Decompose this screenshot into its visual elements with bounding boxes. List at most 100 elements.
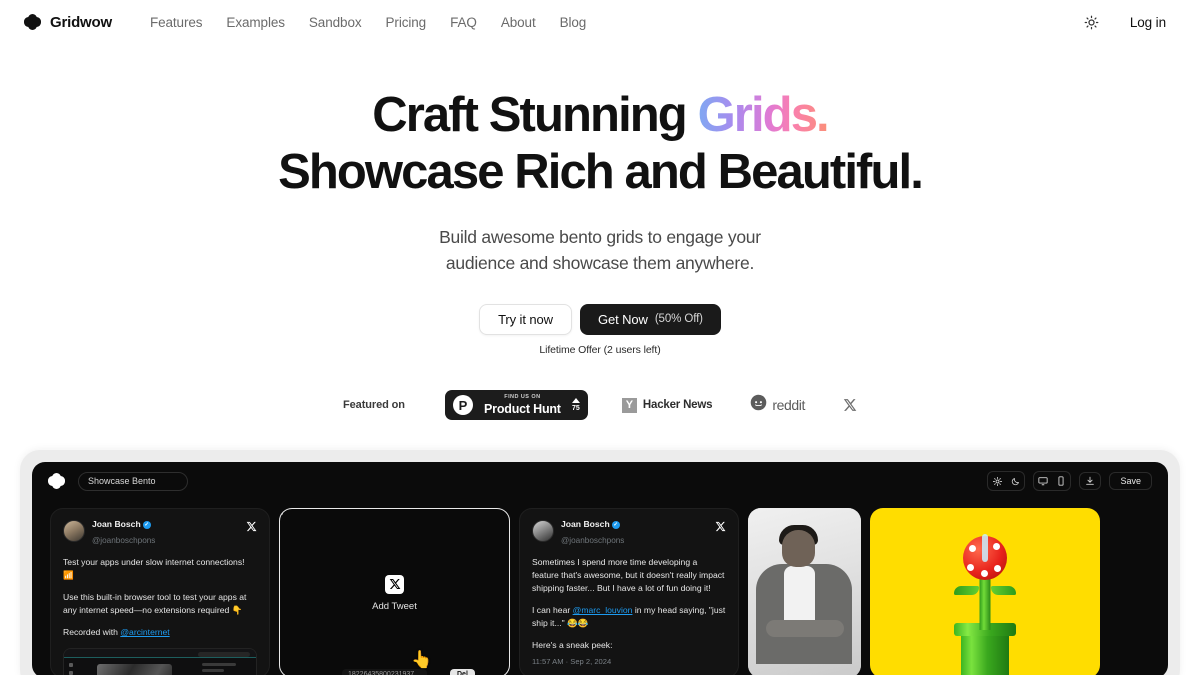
nav-link-blog[interactable]: Blog	[548, 11, 599, 34]
x-logo-icon	[385, 574, 404, 594]
pointer-cursor-icon: 👆	[411, 650, 433, 669]
tweet-handle: @joanboschpons	[92, 535, 156, 545]
resize-handle[interactable]	[280, 509, 283, 515]
leaf-right-shape	[991, 586, 1016, 595]
tweet-embedded-media	[63, 648, 257, 675]
product-hunt-icon: P	[452, 395, 473, 415]
author-label: Joan Bosch	[92, 519, 141, 529]
get-now-button[interactable]: Get Now (50% Off)	[579, 304, 721, 335]
element-id-chip: 18226435800231937…	[342, 669, 428, 675]
tweet-card-2[interactable]: Joan Bosch ✓ @joanboschpons Sometimes I …	[519, 508, 739, 675]
tweet-author-name: Joan Bosch ✓	[561, 519, 708, 530]
reddit-alien-icon	[750, 394, 767, 416]
product-hunt-votes: 75	[571, 398, 580, 412]
nav-link-sandbox[interactable]: Sandbox	[297, 11, 374, 34]
tweet-header: Joan Bosch ✓ @joanboschpons	[63, 519, 257, 548]
verified-badge-icon: ✓	[611, 520, 620, 529]
tweet-card-1[interactable]: Joan Bosch ✓ @joanboschpons Test your ap…	[50, 508, 270, 675]
phone-icon[interactable]	[1052, 472, 1070, 490]
discount-label: (50% Off)	[654, 313, 703, 325]
tweet-paragraph-3: Recorded with @arcinternet	[63, 626, 257, 639]
moon-icon[interactable]	[1006, 472, 1024, 490]
x-logo-icon[interactable]	[843, 398, 857, 412]
x-logo-icon	[715, 521, 726, 535]
brand-logo[interactable]: Gridwow	[24, 13, 112, 31]
reddit-label: reddit	[772, 397, 805, 413]
login-button[interactable]: Log in	[1120, 11, 1176, 34]
tweet-mention-link[interactable]: @arcinternet	[120, 627, 169, 637]
nav-link-pricing[interactable]: Pricing	[374, 11, 439, 34]
sun-icon[interactable]	[1080, 10, 1104, 34]
recorded-with-label: Recorded with	[63, 627, 121, 638]
tweet-paragraph-1: Sometimes I spend more time developing a…	[532, 557, 725, 594]
subtitle-line-2: audience and showcase them anywhere.	[445, 252, 755, 273]
avatar	[63, 520, 85, 542]
project-name-input[interactable]: Showcase Bento	[78, 471, 188, 491]
photo-card[interactable]	[748, 508, 861, 675]
toolbar-actions: Save	[987, 471, 1152, 491]
nav-right: Log in	[1080, 10, 1176, 34]
sun-icon[interactable]	[988, 472, 1006, 490]
save-button[interactable]: Save	[1109, 472, 1152, 490]
headline-line-2: Showcase Rich and Beautiful.	[278, 145, 924, 199]
hacker-news-logo[interactable]: Y Hacker News	[621, 397, 713, 413]
delete-button[interactable]: Del	[450, 669, 475, 675]
clover-logo-icon	[24, 13, 41, 31]
clover-logo-white-icon[interactable]	[48, 472, 65, 490]
verified-badge-icon: ✓	[142, 520, 151, 529]
reddit-logo[interactable]: reddit	[750, 394, 805, 416]
try-it-now-button[interactable]: Try it now	[479, 304, 572, 335]
tweet-author-name: Joan Bosch ✓	[92, 519, 239, 530]
viewport-toggle-group	[1033, 471, 1072, 491]
tweet-timestamp: 11:57 AM · Sep 2, 2024	[532, 657, 612, 667]
landing-page: Gridwow Features Examples Sandbox Pricin…	[0, 0, 1200, 675]
app-preview-frame: Showcase Bento Save Joan Bosch ✓ @joanbo…	[20, 450, 1180, 675]
tweet-paragraph-2: Use this built-in browser tool to test y…	[63, 592, 247, 616]
app-window: Showcase Bento Save Joan Bosch ✓ @joanbo…	[32, 462, 1168, 675]
product-hunt-kicker: FIND US ON	[504, 394, 541, 400]
piranha-highlight-shape	[982, 534, 988, 562]
avatar	[532, 520, 554, 542]
author-label: Joan Bosch	[561, 519, 610, 529]
headline-accent: Grids.	[697, 88, 830, 142]
tweet-body: Test your apps under slow internet conne…	[63, 556, 257, 639]
tweet-mention-link[interactable]: @marc_louvion	[573, 605, 633, 615]
cta-row: Try it now Get Now (50% Off)	[0, 304, 1200, 335]
nav-link-features[interactable]: Features	[138, 11, 214, 34]
product-hunt-name: Product Hunt	[484, 401, 561, 416]
featured-label: Featured on	[343, 399, 405, 411]
portrait-photo	[748, 508, 861, 675]
add-tweet-placeholder[interactable]: Add Tweet 18226435800231937… Del 👆	[279, 508, 510, 675]
nav-link-faq[interactable]: FAQ	[438, 11, 489, 34]
nav-link-examples[interactable]: Examples	[214, 11, 296, 34]
pipe-shape	[961, 633, 1009, 675]
hero-section: Craft Stunning Grids. Showcase Rich and …	[0, 44, 1200, 420]
hacker-news-label: Hacker News	[642, 399, 713, 411]
brand-name: Gridwow	[50, 13, 112, 31]
headline-part-1: Craft Stunning	[372, 88, 698, 142]
bento-grid: Joan Bosch ✓ @joanboschpons Test your ap…	[50, 508, 1168, 675]
product-hunt-badge[interactable]: P FIND US ON Product Hunt 75	[444, 390, 588, 420]
nav-link-about[interactable]: About	[489, 11, 548, 34]
nav-links: Features Examples Sandbox Pricing FAQ Ab…	[138, 11, 598, 34]
theme-toggle-group	[987, 471, 1026, 491]
top-navbar: Gridwow Features Examples Sandbox Pricin…	[0, 0, 1200, 44]
tweet-paragraph-1: Test your apps under slow internet conne…	[63, 557, 245, 581]
mention-prefix: I can hear	[532, 605, 573, 616]
featured-on-row: Featured on P FIND US ON Product Hunt 75…	[0, 390, 1200, 420]
hacker-news-icon: Y	[621, 397, 637, 413]
lifetime-offer-note: Lifetime Offer (2 users left)	[539, 344, 661, 356]
tweet-paragraph-2: I can hear @marc_louvion in my head sayi…	[532, 604, 726, 630]
download-icon[interactable]	[1079, 472, 1102, 490]
tweet-handle: @joanboschpons	[561, 535, 625, 545]
hero-subtitle: Build awesome bento grids to engage your…	[0, 225, 1200, 276]
illustration-card[interactable]	[870, 508, 1100, 675]
tweet-author-block: Joan Bosch ✓ @joanboschpons	[92, 519, 239, 548]
get-now-label: Get Now	[597, 312, 648, 327]
app-toolbar: Showcase Bento Save	[32, 462, 1168, 500]
monitor-icon[interactable]	[1034, 472, 1052, 490]
page-title: Craft Stunning Grids. Showcase Rich and …	[0, 87, 1200, 201]
stem-shape	[979, 572, 991, 630]
product-hunt-text: FIND US ON Product Hunt	[480, 394, 565, 416]
tweet-header: Joan Bosch ✓ @joanboschpons	[532, 519, 726, 548]
